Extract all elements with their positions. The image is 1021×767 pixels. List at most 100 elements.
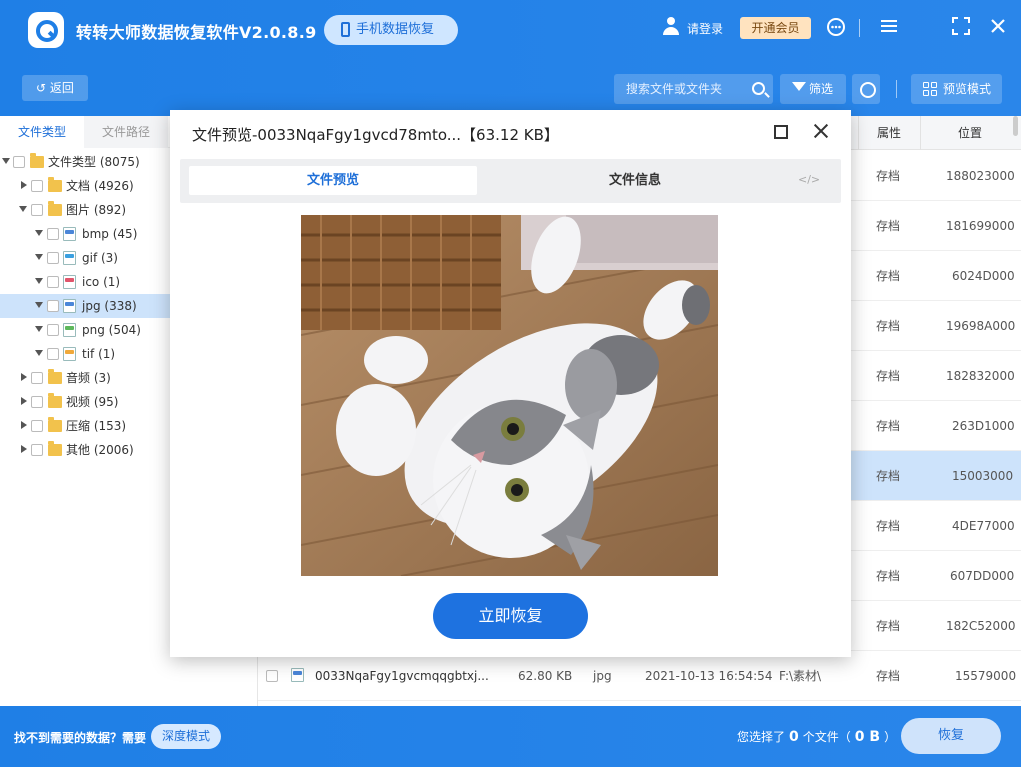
expand-icon[interactable]	[35, 302, 43, 308]
expand-icon[interactable]	[21, 421, 27, 429]
filter-icon	[792, 82, 806, 91]
checkbox[interactable]	[31, 396, 43, 408]
preview-mode-label: 预览模式	[943, 82, 992, 96]
expand-icon[interactable]	[21, 373, 27, 381]
code-icon[interactable]: </>	[798, 173, 820, 186]
expand-icon[interactable]	[21, 397, 27, 405]
folder-icon	[48, 417, 62, 432]
close-icon[interactable]	[811, 121, 831, 141]
cell-attr: 存档	[876, 369, 901, 383]
expand-icon[interactable]	[35, 254, 43, 260]
tree-label: 文件类型 (8075)	[48, 155, 140, 169]
selection-mid: 个文件（	[802, 730, 851, 744]
cell-position: 19698A000	[946, 319, 1016, 333]
table-row[interactable]: 0033NqaFgy1gvcmqqgbtxj... 62.80 KB jpg 2…	[258, 651, 1021, 701]
tree-label: 图片 (892)	[66, 203, 127, 217]
tab-file-info[interactable]: 文件信息	[490, 166, 780, 195]
folder-icon	[48, 441, 62, 456]
expand-icon[interactable]	[35, 326, 43, 332]
cell-time: 2021-10-13 16:54:54	[645, 669, 773, 683]
back-arrow-icon: ↺	[36, 81, 50, 95]
recover-button[interactable]: 恢复	[901, 718, 1001, 754]
maximize-icon[interactable]	[774, 125, 788, 139]
cell-type: jpg	[593, 669, 612, 683]
checkbox[interactable]	[47, 324, 59, 336]
cell-attr: 存档	[876, 319, 901, 333]
cell-position: 181699000	[946, 219, 1015, 233]
user-icon[interactable]	[662, 17, 680, 35]
checkbox[interactable]	[31, 444, 43, 456]
login-link[interactable]: 请登录	[687, 20, 723, 37]
checkbox[interactable]	[31, 420, 43, 432]
expand-icon[interactable]	[35, 278, 43, 284]
fullscreen-icon[interactable]	[951, 17, 971, 37]
grid-icon	[923, 82, 937, 96]
expand-icon[interactable]	[35, 350, 43, 356]
checkbox[interactable]	[47, 276, 59, 288]
phone-icon	[341, 22, 350, 37]
advanced-search-icon[interactable]	[852, 74, 880, 104]
dialog-title: 文件预览-0033NqaFgy1gvcd78mto...【63.12 KB】	[192, 126, 559, 144]
cell-attr: 存档	[876, 219, 901, 233]
titlebar-divider	[859, 19, 860, 37]
checkbox[interactable]	[47, 252, 59, 264]
expand-icon[interactable]	[35, 230, 43, 236]
cell-attr: 存档	[876, 619, 901, 633]
row-checkbox[interactable]	[266, 670, 278, 682]
selection-size: 0 B	[854, 729, 881, 745]
tab-file-preview[interactable]: 文件预览	[189, 166, 477, 195]
cell-attr: 存档	[876, 169, 901, 183]
tree-label: bmp (45)	[82, 227, 138, 241]
close-window-icon[interactable]	[988, 17, 1008, 37]
header-attr[interactable]: 属性	[858, 116, 920, 150]
menu-icon[interactable]	[879, 17, 899, 37]
expand-icon[interactable]	[21, 181, 27, 189]
checkbox[interactable]	[47, 300, 59, 312]
tab-file-type[interactable]: 文件类型	[0, 116, 84, 148]
preview-mode-button[interactable]: 预览模式	[911, 74, 1002, 104]
preview-dialog: 文件预览-0033NqaFgy1gvcd78mto...【63.12 KB】 文…	[170, 110, 851, 657]
tree-label: png (504)	[82, 323, 141, 337]
checkbox[interactable]	[47, 228, 59, 240]
app-title: 转转大师数据恢复软件V2.0.8.9	[76, 23, 317, 42]
selection-prefix: 您选择了	[737, 730, 786, 744]
recover-now-button[interactable]: 立即恢复	[433, 593, 588, 639]
cell-attr: 存档	[876, 269, 901, 283]
search-input[interactable]: 搜索文件或文件夹	[614, 74, 773, 104]
expand-icon[interactable]	[2, 158, 10, 164]
header-position[interactable]: 位置	[920, 116, 1020, 150]
folder-icon	[48, 393, 62, 408]
filter-button[interactable]: 筛选	[780, 74, 846, 104]
phone-recovery-button[interactable]: 手机数据恢复	[324, 15, 458, 45]
expand-icon[interactable]	[21, 445, 27, 453]
expand-icon[interactable]	[19, 206, 27, 212]
tree-label: 其他 (2006)	[66, 443, 134, 457]
cell-size: 62.80 KB	[518, 669, 573, 683]
vip-button[interactable]: 开通会员	[740, 17, 811, 39]
deep-mode-button[interactable]: 深度模式	[151, 724, 221, 749]
tree-label: 音频 (3)	[66, 371, 111, 385]
phone-recovery-label: 手机数据恢复	[356, 22, 435, 37]
folder-icon	[48, 369, 62, 384]
checkbox[interactable]	[47, 348, 59, 360]
tab-file-path[interactable]: 文件路径	[84, 116, 168, 148]
list-scrollbar[interactable]	[1013, 116, 1018, 136]
cell-path: F:\素材\	[779, 669, 822, 683]
tif-file-icon	[63, 347, 76, 361]
bottom-bar: 找不到需要的数据？需要 深度模式 您选择了 0 个文件（ 0 B） 恢复	[0, 706, 1021, 767]
tree-label: 视频 (95)	[66, 395, 119, 409]
cell-position: 607DD000	[950, 569, 1015, 583]
search-icon[interactable]	[752, 82, 765, 95]
cell-filename: 0033NqaFgy1gvcmqqgbtxj...	[315, 669, 489, 683]
app-logo-icon	[28, 12, 64, 48]
checkbox[interactable]	[13, 156, 25, 168]
checkbox[interactable]	[31, 180, 43, 192]
cell-position: 6024D000	[952, 269, 1015, 283]
cell-attr: 存档	[876, 469, 901, 483]
support-icon[interactable]	[826, 17, 846, 37]
back-button[interactable]: ↺ 返回	[22, 75, 88, 101]
checkbox[interactable]	[31, 204, 43, 216]
cell-attr: 存档	[876, 419, 901, 433]
checkbox[interactable]	[31, 372, 43, 384]
selection-suffix: ）	[884, 730, 897, 744]
